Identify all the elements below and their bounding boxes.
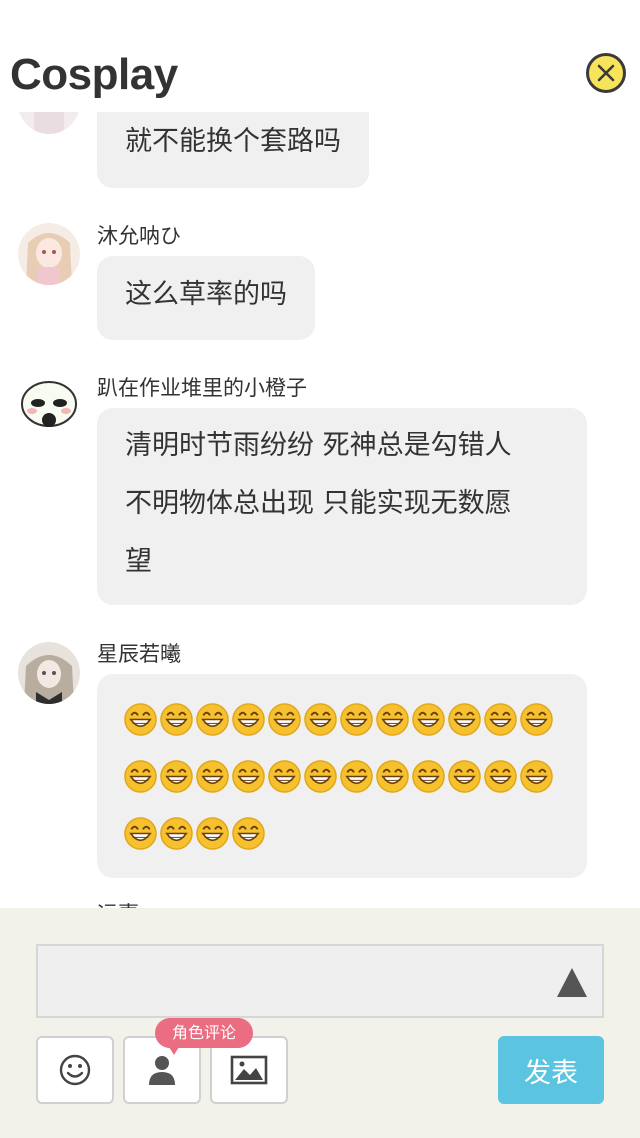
- grin-emoji-icon: [159, 700, 194, 736]
- emoji-row: [123, 746, 559, 803]
- grin-emoji-icon: [483, 700, 518, 736]
- username: 趴在作业堆里的小橙子: [97, 376, 307, 400]
- message-text: 就不能换个套路吗: [125, 126, 341, 157]
- grin-emoji-icon: [447, 757, 482, 793]
- message-text-line: 清明时节雨纷纷 死神总是勾错人: [125, 430, 512, 461]
- grin-emoji-icon: [303, 700, 338, 736]
- message-text-line: 望: [125, 546, 152, 577]
- grin-emoji-icon: [231, 814, 266, 850]
- avatar[interactable]: [18, 642, 80, 704]
- grin-emoji-icon: [411, 757, 446, 793]
- grin-emoji-icon: [375, 757, 410, 793]
- grin-emoji-icon: [123, 700, 158, 736]
- smiley-icon: [59, 1054, 91, 1086]
- close-icon: [597, 64, 615, 82]
- image-icon: [230, 1055, 268, 1085]
- chat-list: 就不能换个套路吗 沐允呐ひ 这么草率的吗 趴在作业堆里的小橙子 清明时节雨纷纷 …: [0, 0, 640, 908]
- emoji-button[interactable]: [36, 1036, 114, 1104]
- grin-emoji-icon: [123, 757, 158, 793]
- grin-emoji-icon: [195, 700, 230, 736]
- triangle-up-icon[interactable]: [557, 968, 587, 997]
- emoji-row: [123, 803, 559, 860]
- grin-emoji-icon: [267, 700, 302, 736]
- grin-emoji-icon: [375, 700, 410, 736]
- grin-emoji-icon: [519, 700, 554, 736]
- message-text-line: 不明物体总出现 只能实现无数愿: [125, 488, 512, 519]
- grin-emoji-icon: [159, 814, 194, 850]
- username: 沐允呐ひ: [97, 224, 181, 248]
- grin-emoji-icon: [411, 700, 446, 736]
- message-bubble: 清明时节雨纷纷 死神总是勾错人 不明物体总出现 只能实现无数愿 望: [97, 408, 587, 605]
- grin-emoji-icon: [159, 757, 194, 793]
- grin-emoji-icon: [231, 757, 266, 793]
- grin-emoji-icon: [483, 757, 518, 793]
- grin-emoji-icon: [123, 814, 158, 850]
- grin-emoji-icon: [339, 757, 374, 793]
- grin-emoji-icon: [195, 757, 230, 793]
- username: 星辰若曦: [97, 642, 181, 666]
- close-button[interactable]: [586, 53, 626, 93]
- grin-emoji-icon: [447, 700, 482, 736]
- publish-button[interactable]: 发表: [498, 1036, 604, 1104]
- message-text: 这么草率的吗: [125, 279, 287, 310]
- avatar[interactable]: [18, 223, 80, 285]
- grin-emoji-icon: [303, 757, 338, 793]
- grin-emoji-icon: [339, 700, 374, 736]
- header: Cosplay: [0, 0, 640, 112]
- grin-emoji-icon: [519, 757, 554, 793]
- message-bubble: 这么草率的吗: [97, 256, 315, 340]
- page-title: Cosplay: [10, 50, 178, 99]
- role-comment-badge: 角色评论: [155, 1018, 253, 1055]
- avatar[interactable]: [18, 376, 80, 438]
- grin-emoji-icon: [231, 700, 266, 736]
- comment-input[interactable]: [36, 944, 604, 1018]
- grin-emoji-icon: [267, 757, 302, 793]
- comment-composer: 角色评论 发表: [0, 908, 640, 1138]
- emoji-row: [123, 689, 559, 746]
- person-icon: [149, 1056, 175, 1085]
- message-bubble: [97, 674, 587, 878]
- grin-emoji-icon: [195, 814, 230, 850]
- username: 远嘉: [97, 898, 139, 908]
